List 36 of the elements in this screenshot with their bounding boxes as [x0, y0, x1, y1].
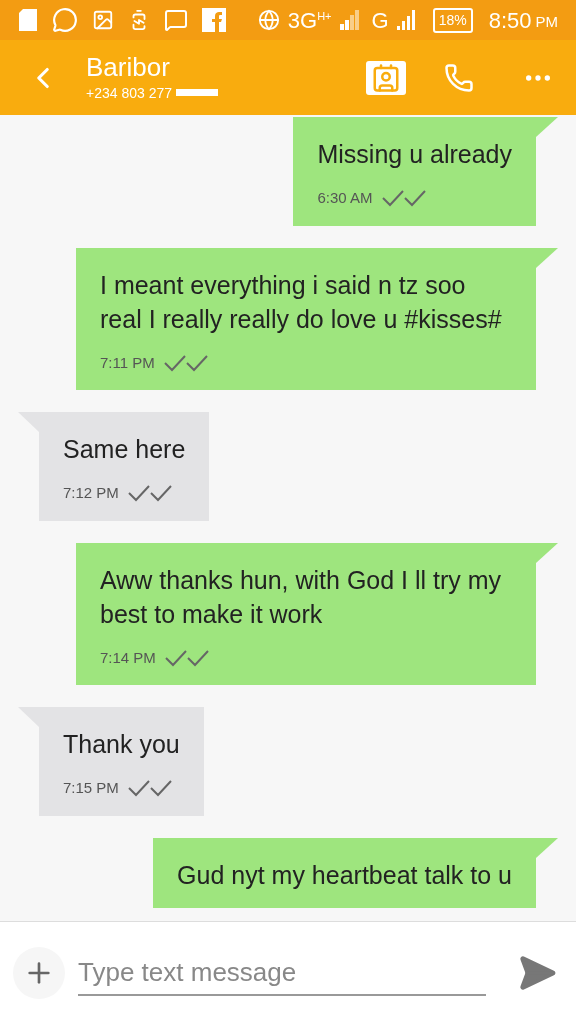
network-type: 3G [287, 6, 318, 35]
phone-button[interactable] [444, 62, 474, 93]
chat-icon [52, 7, 78, 33]
network-type: G [371, 6, 389, 35]
double-check-icon [126, 778, 173, 799]
clock-period: PM [535, 11, 558, 32]
message-time: 7:12 PM [63, 483, 119, 503]
message-text: Aww thanks hun, with God I ll try my best to make it work [100, 564, 503, 630]
contact-name: Baribor [86, 51, 171, 82]
clock-time: 8:50 [488, 6, 532, 35]
contact-card-button[interactable] [366, 60, 406, 95]
chat-bubble-icon [164, 8, 188, 32]
double-check-icon [380, 188, 427, 209]
message-time: 7:14 PM [100, 647, 156, 668]
add-button[interactable] [13, 947, 65, 999]
message-text: Gud nyt my heartbeat talk to u [177, 859, 512, 891]
message-time: 7:15 PM [63, 778, 119, 798]
sd-card-icon [18, 8, 38, 32]
message-input-field[interactable]: Type text message [78, 950, 486, 996]
redaction-bar [176, 89, 219, 96]
message-text: I meant everything i said n tz soo real I really really do love u #kisses# [100, 269, 503, 335]
message-text: Thank you [63, 729, 180, 760]
phone-number: +234 803 277 [86, 83, 173, 103]
message-text: Same here [63, 434, 186, 465]
image-icon [92, 9, 114, 31]
square-f-icon [202, 8, 226, 32]
message-time: 7:11 PM [100, 352, 155, 373]
battery-level: 18% [432, 7, 473, 33]
message-text: Missing u already [317, 139, 512, 170]
signal-icon [396, 10, 417, 30]
send-button[interactable] [517, 953, 557, 993]
network-subtype: H+ [317, 8, 332, 24]
signal-icon [339, 10, 360, 30]
globe-icon [257, 9, 280, 31]
message-time: 6:30 AM [317, 188, 373, 208]
double-check-icon [126, 483, 173, 504]
